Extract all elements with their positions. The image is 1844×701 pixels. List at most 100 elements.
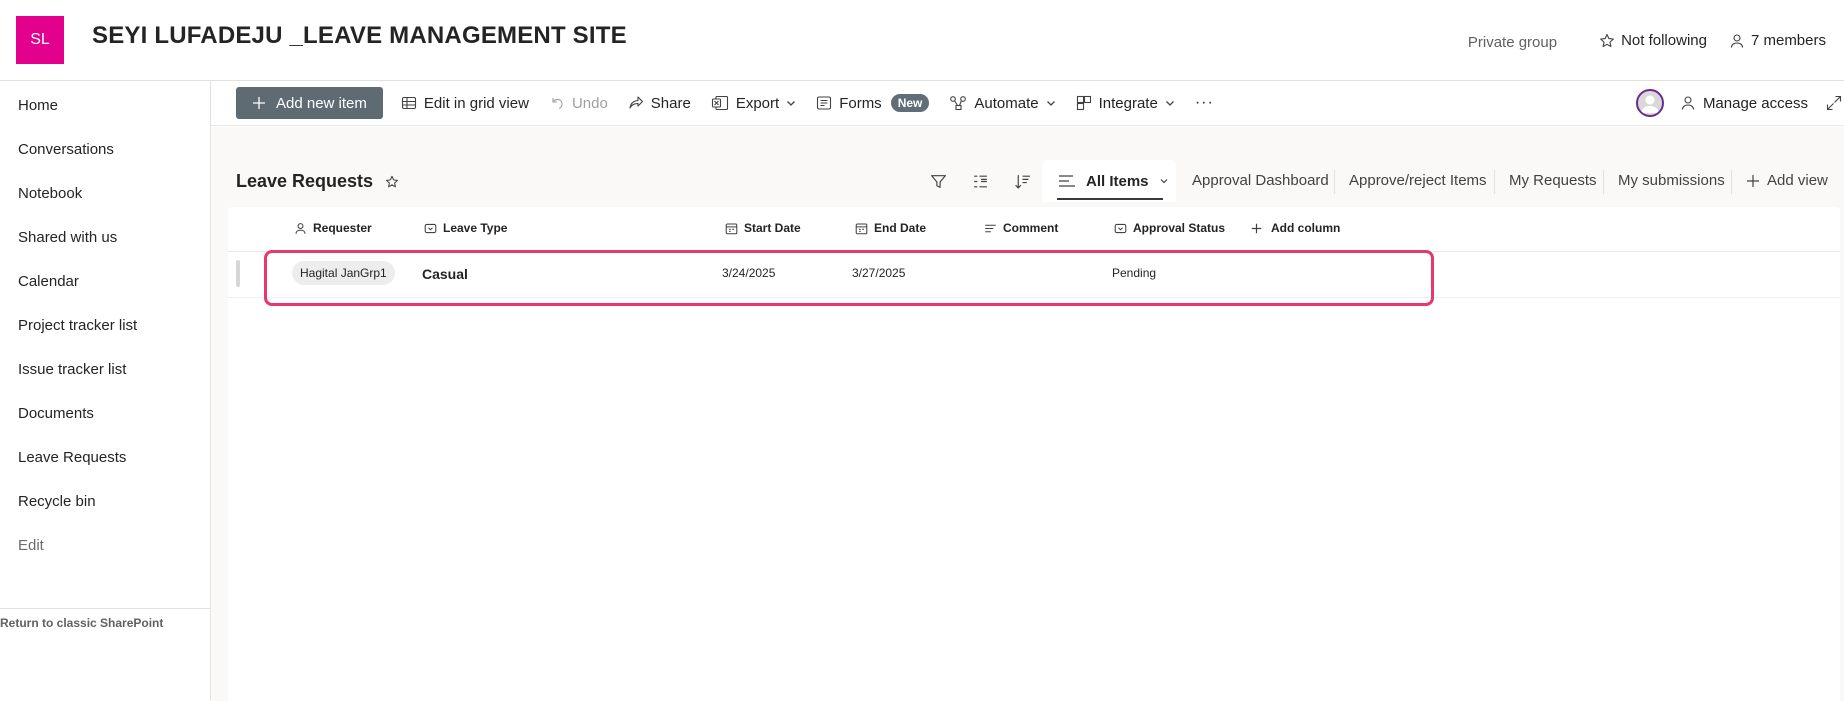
view-separator — [1731, 170, 1732, 194]
forms-label: Forms — [839, 94, 882, 112]
column-header-requester[interactable]: Requester — [294, 221, 372, 235]
nav-item-home[interactable]: Home — [18, 97, 58, 114]
more-actions-button[interactable]: ··· — [1195, 94, 1214, 112]
nav-item-leave-requests[interactable]: Leave Requests — [18, 449, 126, 466]
view-separator — [1603, 170, 1604, 194]
nav-item-notebook[interactable]: Notebook — [18, 185, 82, 202]
automate-label: Automate — [974, 94, 1039, 112]
column-header-label: Requester — [313, 221, 372, 235]
add-new-item-label: Add new item — [276, 94, 367, 112]
chevron-down-icon — [787, 101, 796, 106]
requester-persona[interactable]: Hagital JanGrp1 — [292, 261, 395, 285]
nav-item-recycle-bin[interactable]: Recycle bin — [18, 493, 96, 510]
view-separator — [1494, 170, 1495, 194]
add-view-button[interactable]: Add view — [1746, 172, 1828, 189]
tab-all-items[interactable]: All Items — [1042, 160, 1176, 202]
tab-my-requests[interactable]: My Requests — [1509, 172, 1597, 189]
column-header-end-date[interactable]: End Date — [855, 221, 926, 235]
add-column-button[interactable]: Add column — [1251, 221, 1340, 235]
person-icon — [1640, 95, 1659, 113]
group-by-icon — [973, 175, 987, 187]
choice-icon — [424, 223, 437, 233]
column-header-start-date[interactable]: Start Date — [725, 221, 801, 235]
filter-button[interactable] — [920, 163, 956, 199]
follow-button[interactable]: Not following — [1599, 32, 1707, 49]
nav-edit-link[interactable]: Edit — [18, 537, 44, 554]
undo-icon — [552, 98, 563, 110]
more-icon: ··· — [1194, 94, 1214, 111]
follow-label: Not following — [1621, 32, 1707, 49]
manage-access-label: Manage access — [1702, 94, 1808, 112]
grid-icon — [401, 96, 416, 110]
list-panel — [228, 207, 1840, 701]
edit-in-grid-view-button[interactable]: Edit in grid view — [401, 95, 529, 112]
add-new-item-button[interactable]: Add new item — [236, 87, 383, 119]
tab-my-submissions[interactable]: My submissions — [1618, 172, 1725, 189]
export-button[interactable]: Export — [711, 95, 796, 112]
members-button[interactable]: 7 members — [1729, 32, 1826, 49]
site-header-actions: Private group Not following 7 members — [1468, 30, 1826, 51]
person-icon — [1730, 33, 1744, 48]
site-title[interactable]: SEYI LUFADEJU _LEAVE MANAGEMENT SITE — [92, 22, 627, 50]
leave-type-cell[interactable]: Casual — [422, 266, 468, 282]
undo-button[interactable]: Undo — [549, 95, 608, 112]
avatar[interactable] — [1635, 89, 1664, 117]
plus-icon — [1747, 174, 1759, 187]
undo-label: Undo — [571, 94, 608, 112]
column-header-comment[interactable]: Comment — [984, 221, 1058, 235]
header-divider — [228, 251, 1840, 252]
choice-icon — [1114, 223, 1127, 233]
command-bar-actions: Add new item Edit in grid view Undo Shar… — [236, 87, 1234, 119]
command-bar-right: Manage access — [1635, 89, 1844, 117]
calendar-icon — [725, 223, 738, 234]
column-header-label: Start Date — [744, 221, 801, 235]
column-header-label: Comment — [1003, 221, 1059, 235]
manage-access-button[interactable]: Manage access — [1680, 95, 1808, 112]
approval-status-cell: Pending — [1112, 266, 1157, 280]
text-icon — [985, 224, 996, 232]
chevron-down-icon — [1160, 179, 1167, 184]
forms-button[interactable]: Forms New — [816, 94, 930, 112]
group-by-button[interactable] — [962, 163, 998, 199]
return-to-classic-link[interactable]: Return to classic SharePoint — [0, 616, 163, 630]
column-header-label: End Date — [874, 221, 927, 235]
sort-button[interactable] — [1004, 163, 1040, 199]
nav-item-project-tracker-list[interactable]: Project tracker list — [18, 317, 137, 334]
column-header-leave-type[interactable]: Leave Type — [424, 221, 507, 235]
nav-item-issue-tracker-list[interactable]: Issue tracker list — [18, 361, 126, 378]
nav-item-calendar[interactable]: Calendar — [18, 273, 79, 290]
integrate-button[interactable]: Integrate — [1076, 95, 1175, 112]
person-icon — [1681, 96, 1694, 110]
row-divider — [228, 297, 1840, 298]
expand-button[interactable] — [1826, 95, 1842, 111]
nav-item-documents[interactable]: Documents — [18, 405, 94, 422]
site-header: SL SEYI LUFADEJU _LEAVE MANAGEMENT SITE … — [0, 0, 1844, 81]
list-view-icon — [1059, 175, 1075, 187]
row-select-handle[interactable] — [236, 260, 240, 287]
command-bar: Add new item Edit in grid view Undo Shar… — [211, 81, 1844, 126]
share-icon — [629, 96, 643, 109]
chevron-down-icon — [1165, 101, 1174, 106]
tab-approve-reject-items[interactable]: Approve/reject Items — [1349, 172, 1487, 189]
automate-button[interactable]: Automate — [949, 95, 1055, 112]
expand-icon — [1826, 95, 1842, 111]
excel-icon — [711, 95, 728, 111]
tab-approval-dashboard[interactable]: Approval Dashboard — [1192, 172, 1329, 189]
list-title-text[interactable]: Leave Requests — [236, 171, 373, 192]
star-icon[interactable] — [385, 175, 399, 189]
edit-in-grid-view-label: Edit in grid view — [423, 94, 529, 112]
nav-item-shared-with-us[interactable]: Shared with us — [18, 229, 117, 246]
add-view-label: Add view — [1767, 172, 1828, 189]
site-logo[interactable]: SL — [16, 16, 64, 64]
add-column-label: Add column — [1271, 221, 1341, 235]
share-button[interactable]: Share — [628, 95, 691, 112]
sort-icon — [1014, 174, 1030, 189]
nav-item-conversations[interactable]: Conversations — [18, 141, 114, 158]
share-label: Share — [650, 94, 691, 112]
column-header-approval-status[interactable]: Approval Status — [1114, 221, 1225, 235]
person-icon — [295, 222, 306, 234]
column-header-label: Leave Type — [443, 221, 508, 235]
privacy-label: Private group — [1467, 34, 1558, 51]
chevron-down-icon — [1046, 101, 1055, 106]
plus-icon — [1251, 223, 1262, 233]
